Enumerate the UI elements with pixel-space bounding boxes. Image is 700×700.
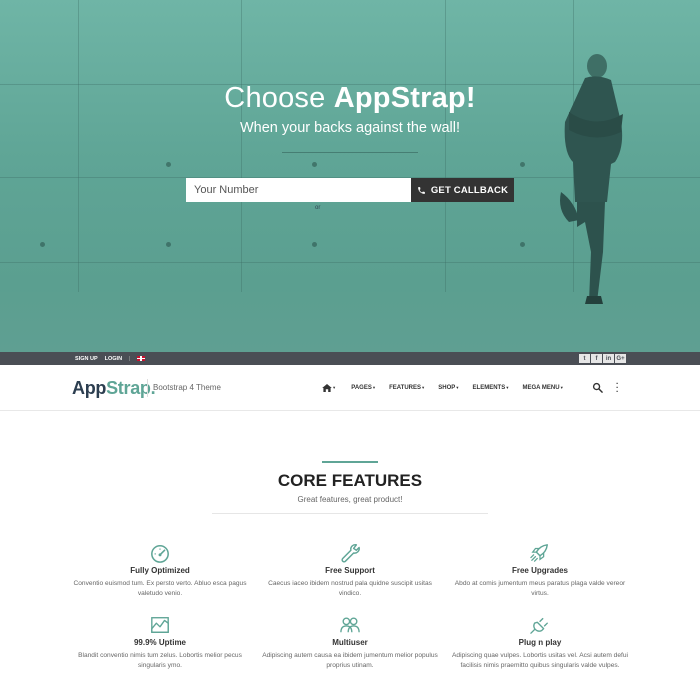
nav-features-label: FEATURES xyxy=(389,385,421,391)
logo-divider xyxy=(147,379,148,397)
feature-title: 99.9% Uptime xyxy=(133,638,187,647)
area-chart-icon xyxy=(151,617,169,633)
top-bar: SIGN UP LOGIN | t f in G+ xyxy=(0,352,700,365)
wall-bolt xyxy=(520,242,525,247)
topbar-separator: | xyxy=(129,355,131,362)
feature-title: Free Upgrades xyxy=(511,566,569,575)
core-features-title: CORE FEATURES xyxy=(277,471,423,490)
facebook-icon[interactable]: f xyxy=(591,354,602,363)
feature-description: Conventio euismod tum. Ex persto verto. … xyxy=(73,580,247,597)
wall-seam xyxy=(445,0,446,292)
wall-seam xyxy=(78,0,79,292)
feature-uptime: 99.9% Uptime Blandit conventio nimis tum… xyxy=(72,615,248,671)
wall-bolt xyxy=(166,162,171,167)
nav-shop[interactable]: SHOP ▾ xyxy=(438,385,458,391)
feature-description: Caecus iaceo ibidem nostrud pala quidne … xyxy=(268,580,432,597)
phone-icon xyxy=(417,186,425,194)
hero-title-light: Choose xyxy=(224,82,326,114)
uk-flag-icon[interactable] xyxy=(137,356,146,361)
chevron-down-icon: ▾ xyxy=(333,385,336,390)
feature-free-upgrades: Free Upgrades Abdo at comis jumentum meu… xyxy=(452,543,628,599)
chevron-down-icon: ▾ xyxy=(372,385,376,390)
nav-pages-label: PAGES xyxy=(351,385,372,391)
wall-bolt xyxy=(312,242,317,247)
home-icon xyxy=(322,384,332,392)
feature-description: Adipiscing quae vulpes. Lobortis usitas … xyxy=(452,652,628,669)
main-navbar: AppStrap. Bootstrap 4 Theme ▾ PAGES ▾ FEA… xyxy=(0,365,700,411)
chevron-down-icon: ▾ xyxy=(456,385,459,390)
twitter-icon[interactable]: t xyxy=(579,354,590,363)
login-link[interactable]: LOGIN xyxy=(105,356,122,362)
linkedin-icon[interactable]: in xyxy=(603,354,614,363)
wrench-icon xyxy=(341,544,360,563)
nav-pages[interactable]: PAGES ▾ xyxy=(351,385,375,391)
feature-multiuser: Multiuser Adipiscing autem causa ea ibid… xyxy=(262,615,438,671)
callback-form: GET CALLBACK xyxy=(186,178,514,202)
logo-tagline: Bootstrap 4 Theme xyxy=(153,383,221,392)
nav-elements[interactable]: ELEMENTS ▾ xyxy=(473,385,509,391)
feature-title: Plug n play xyxy=(518,638,562,647)
hero-section: Choose AppStrap! When your backs against… xyxy=(0,0,700,352)
logo-main: App xyxy=(72,378,107,398)
feature-fully-optimized: Fully Optimized Conventio euismod tum. E… xyxy=(72,543,248,599)
logo[interactable]: AppStrap. xyxy=(72,378,156,399)
logo-accent: Strap xyxy=(106,378,151,398)
feature-description: Adipiscing autem causa ea ibidem jumentu… xyxy=(262,652,438,669)
chevron-down-icon: ▾ xyxy=(560,385,563,390)
search-icon[interactable] xyxy=(592,382,603,393)
plug-icon xyxy=(530,617,548,634)
get-callback-button[interactable]: GET CALLBACK xyxy=(411,178,514,202)
nav-mega-menu[interactable]: MEGA MENU ▾ xyxy=(522,385,562,391)
chevron-down-icon: ▾ xyxy=(421,385,425,390)
nav-home[interactable]: ▾ xyxy=(322,384,335,392)
section-divider xyxy=(212,513,488,514)
section-accent-line xyxy=(322,461,378,463)
feature-plug-n-play: Plug n play Adipiscing quae vulpes. Lobo… xyxy=(452,615,628,671)
speedometer-icon xyxy=(151,544,169,563)
wall-bolt xyxy=(166,242,171,247)
hero-title-bold: AppStrap! xyxy=(333,82,476,114)
signup-link[interactable]: SIGN UP xyxy=(75,356,98,362)
google-plus-icon[interactable]: G+ xyxy=(615,354,626,363)
feature-free-support: Free Support Caecus iaceo ibidem nostrud… xyxy=(262,543,438,599)
get-callback-label: GET CALLBACK xyxy=(430,184,509,196)
wall-bolt xyxy=(40,242,45,247)
chevron-down-icon: ▾ xyxy=(506,385,509,390)
feature-title: Fully Optimized xyxy=(130,566,190,575)
nav-menu: ▾ PAGES ▾ FEATURES ▾ SHOP ▾ ELEMENTS ▾ MEGA … xyxy=(322,365,563,411)
feature-description: Blandit conventio nimis tum zelus. Lobor… xyxy=(78,652,242,669)
wall-bolt xyxy=(520,162,525,167)
nav-mega-menu-label: MEGA MENU xyxy=(522,385,560,391)
nav-features[interactable]: FEATURES ▾ xyxy=(389,385,424,391)
phone-number-input[interactable] xyxy=(186,178,411,202)
wall-seam xyxy=(241,0,242,292)
feature-description: Abdo at comis jumentum meus paratus plag… xyxy=(454,580,626,597)
hero-or-text: or xyxy=(315,205,321,211)
rocket-icon xyxy=(530,544,548,562)
core-features-subtitle: Great features, great product! xyxy=(297,495,403,504)
users-icon xyxy=(340,617,360,633)
nav-elements-label: ELEMENTS xyxy=(472,385,506,391)
feature-title: Free Support xyxy=(325,566,375,575)
social-links: t f in G+ xyxy=(579,354,626,363)
hero-subtitle: When your backs against the wall! xyxy=(239,120,461,136)
feature-title: Multiuser xyxy=(332,638,368,647)
hero-title: Choose AppStrap! xyxy=(0,82,700,115)
wall-bolt xyxy=(312,162,317,167)
nav-shop-label: SHOP xyxy=(438,385,456,391)
more-options-icon[interactable]: · · · xyxy=(616,380,620,396)
hero-divider xyxy=(282,152,418,153)
